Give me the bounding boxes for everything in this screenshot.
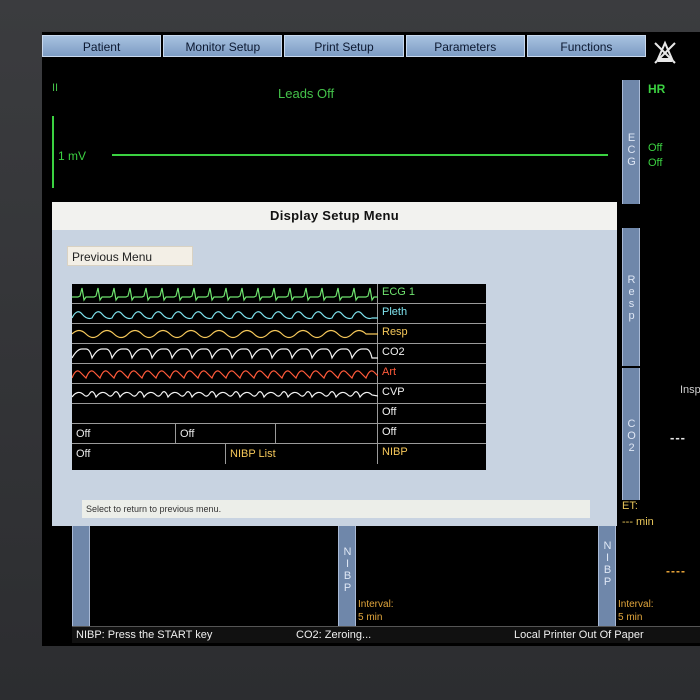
- waveform-cell: [71, 384, 379, 404]
- waveform-row-pleth[interactable]: Pleth: [71, 304, 486, 324]
- row8-cell-3[interactable]: [276, 424, 378, 444]
- waveform-cell: [72, 284, 378, 304]
- waveform-row-off[interactable]: Off: [72, 404, 486, 424]
- waveform-label-off: Off: [382, 406, 397, 418]
- waveform-row-art[interactable]: Art: [71, 364, 486, 384]
- monitor-screen: Patient Monitor Setup Print Setup Parame…: [42, 32, 700, 646]
- menu-patient[interactable]: Patient: [42, 35, 162, 57]
- status-printer: Local Printer Out Of Paper: [514, 629, 644, 641]
- dialog-title: Display Setup Menu: [52, 202, 617, 230]
- nibp-right-dashes: ----: [666, 564, 686, 578]
- waveform-label-co2: CO2: [382, 346, 405, 358]
- status-bar: NIBP: Press the START key CO2: Zeroing..…: [72, 626, 700, 643]
- waveform-cell: [71, 304, 378, 324]
- status-co2: CO2: Zeroing...: [296, 629, 372, 641]
- row8-cell-2[interactable]: Off: [176, 424, 276, 444]
- co2-value-dashes: ---: [670, 430, 686, 445]
- waveform-row-co2[interactable]: CO2: [71, 344, 486, 364]
- co2-rail[interactable]: CO2: [622, 368, 640, 500]
- interval-label-right: Interval:: [618, 599, 654, 610]
- nibp-interval-right: Interval: 5 min: [618, 598, 654, 624]
- menu-functions[interactable]: Functions: [526, 35, 647, 57]
- status-nibp: NIBP: Press the START key: [76, 629, 213, 641]
- insp-label: Insp: [680, 384, 700, 396]
- layout-row-9: Off NIBP List NIBP: [72, 444, 486, 464]
- nibp-right-rail-label: NIBP: [603, 540, 613, 588]
- help-text: Select to return to previous menu.: [82, 500, 590, 518]
- ecg-flatline: [112, 154, 608, 156]
- et-label: ET:: [622, 500, 638, 512]
- waveform-cell: [71, 364, 379, 384]
- interval-value-left: 5 min: [358, 612, 383, 623]
- bottom-left-rail: [72, 526, 90, 626]
- ecg-rail-label: ECG: [627, 132, 637, 168]
- nibp-left-rail[interactable]: NIBP: [338, 526, 356, 626]
- cvp-trace-icon: [71, 391, 379, 399]
- alarm-silenced-icon[interactable]: [650, 37, 680, 67]
- waveform-row-ecg[interactable]: ECG 1: [72, 284, 486, 304]
- row9-nibp-list[interactable]: NIBP List: [226, 444, 378, 464]
- waveform-cell: [72, 404, 378, 424]
- hr-off-2: Off: [648, 157, 663, 169]
- menu-monitor-setup[interactable]: Monitor Setup: [163, 35, 283, 57]
- waveform-row-cvp[interactable]: CVP: [71, 384, 486, 404]
- row9-label-nibp[interactable]: NIBP: [382, 446, 408, 458]
- ecg-scale-label: 1 mV: [58, 149, 87, 163]
- nibp-left-rail-label: NIBP: [343, 546, 353, 594]
- hr-off-1: Off: [648, 142, 663, 154]
- top-menu-bar: Patient Monitor Setup Print Setup Parame…: [42, 35, 648, 57]
- interval-label-left: Interval:: [358, 599, 394, 610]
- waveform-label-resp: Resp: [382, 326, 408, 338]
- leads-off-message: Leads Off: [278, 86, 335, 101]
- waveform-cell: [71, 344, 378, 364]
- art-trace-icon: [71, 370, 379, 380]
- waveform-label-cvp: CVP: [382, 386, 405, 398]
- waveform-label-ecg: ECG 1: [382, 286, 416, 298]
- co2-rail-label: CO2: [627, 418, 637, 454]
- co2-trace-icon: [71, 348, 378, 360]
- waveform-row-resp[interactable]: Resp: [71, 324, 486, 344]
- hr-label: HR: [648, 82, 666, 96]
- waveform-label-art: Art: [382, 366, 397, 378]
- ecg-rail[interactable]: ECG: [622, 80, 640, 204]
- ecg-trace-icon: [72, 287, 378, 302]
- row8-cell-1[interactable]: Off: [72, 424, 176, 444]
- nibp-right-rail[interactable]: NIBP: [598, 522, 616, 626]
- menu-parameters[interactable]: Parameters: [405, 35, 525, 57]
- ecg-lead-label: II: [52, 82, 59, 94]
- interval-value-right: 5 min: [618, 612, 643, 623]
- resp-rail[interactable]: Resp: [622, 228, 640, 366]
- ecg-waveform-area: II Leads Off 1 mV: [42, 82, 620, 204]
- pleth-trace-icon: [71, 311, 378, 320]
- nibp-interval-left: Interval: 5 min: [358, 598, 394, 624]
- calibration-bar: [52, 116, 54, 188]
- waveform-label-pleth: Pleth: [382, 306, 408, 318]
- resp-rail-label: Resp: [627, 274, 637, 322]
- resp-trace-icon: [71, 329, 378, 339]
- previous-menu-button[interactable]: Previous Menu: [67, 246, 193, 266]
- display-setup-dialog: Display Setup Menu Previous Menu ECG 1 P…: [52, 202, 617, 526]
- row8-label[interactable]: Off: [382, 426, 396, 438]
- et-min-value: --- min: [622, 516, 654, 528]
- layout-row-8: Off Off Off: [72, 424, 486, 444]
- menu-print-setup[interactable]: Print Setup: [284, 35, 404, 57]
- waveform-layout-grid: ECG 1 Pleth Resp CO2 Art CVP Off Off Off…: [71, 284, 486, 470]
- row9-cell-1[interactable]: Off: [72, 444, 226, 464]
- waveform-cell: [71, 324, 378, 344]
